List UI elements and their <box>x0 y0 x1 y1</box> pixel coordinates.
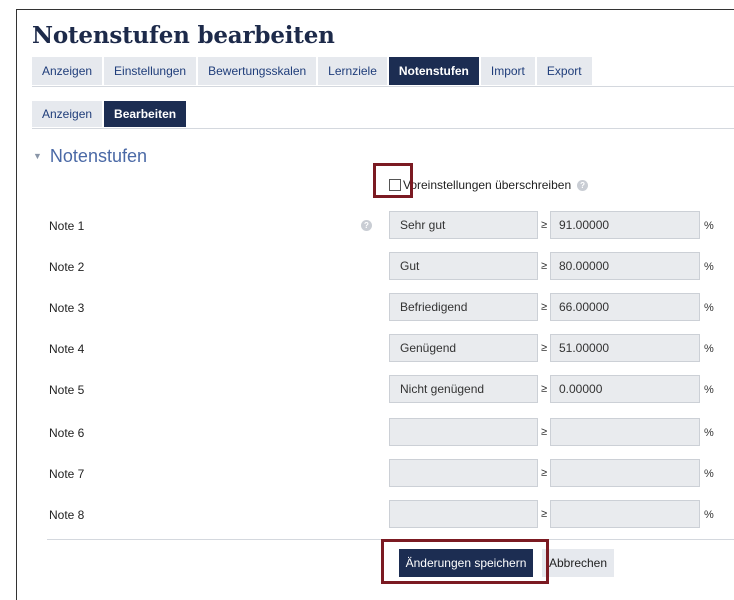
grade-row: Note 8 ≥ % <box>0 500 734 530</box>
caret-down-icon[interactable]: ▼ <box>33 151 42 161</box>
greater-equal-sign: ≥ <box>541 467 548 479</box>
grade-min-input[interactable]: 0.00000 <box>550 375 700 403</box>
percent-sign: % <box>704 302 714 314</box>
section-title: Notenstufen <box>49 146 147 166</box>
grade-row: Note 4 Genügend ≥ 51.00000 % <box>0 334 734 364</box>
help-icon[interactable]: ? <box>577 179 589 191</box>
grade-row: Note 3 Befriedigend ≥ 66.00000 % <box>0 293 734 323</box>
tab-einstellungen[interactable]: Einstellungen <box>104 57 197 85</box>
grade-name-input[interactable] <box>389 418 538 446</box>
grade-name-input[interactable]: Befriedigend <box>389 293 538 321</box>
tab-lernziele[interactable]: Lernziele <box>318 57 387 85</box>
grade-row: Note 2 Gut ≥ 80.00000 % <box>0 252 734 282</box>
tab-anzeigen[interactable]: Anzeigen <box>32 57 103 85</box>
subtab-divider <box>32 128 734 129</box>
grade-row: Note 1 ? Sehr gut ≥ 91.00000 % <box>0 211 734 241</box>
greater-equal-sign: ≥ <box>541 342 548 354</box>
help-icon[interactable]: ? <box>361 220 372 231</box>
subtab-bearbeiten[interactable]: Bearbeiten <box>104 101 187 127</box>
grade-min-input[interactable] <box>550 500 700 528</box>
subtab-anzeigen[interactable]: Anzeigen <box>32 101 103 127</box>
grade-name-input[interactable] <box>389 459 538 487</box>
grade-label: Note 4 <box>49 342 85 356</box>
cancel-button[interactable]: Abbrechen <box>542 549 614 577</box>
tab-export[interactable]: Export <box>536 57 592 85</box>
main-tabs: Anzeigen Einstellungen Bewertungsskalen … <box>32 57 594 85</box>
grade-name-input[interactable] <box>389 500 538 528</box>
tab-bewertungsskalen[interactable]: Bewertungsskalen <box>198 57 317 85</box>
page-title: Notenstufen bearbeiten <box>32 22 335 49</box>
grade-label: Note 8 <box>49 508 85 522</box>
highlight-box-checkbox <box>373 163 413 198</box>
grade-name-input[interactable]: Genügend <box>389 334 538 362</box>
percent-sign: % <box>704 220 714 232</box>
sub-tabs: Anzeigen Bearbeiten <box>32 101 188 127</box>
grade-label: Note 1 <box>49 219 85 233</box>
greater-equal-sign: ≥ <box>541 383 548 395</box>
grade-label: Note 2 <box>49 260 85 274</box>
tab-import[interactable]: Import <box>480 57 535 85</box>
grade-row: Note 6 ≥ % <box>0 418 734 448</box>
tab-notenstufen[interactable]: Notenstufen <box>388 57 479 85</box>
grade-min-input[interactable]: 51.00000 <box>550 334 700 362</box>
grade-min-input[interactable] <box>550 418 700 446</box>
grade-min-input[interactable]: 80.00000 <box>550 252 700 280</box>
percent-sign: % <box>704 468 714 480</box>
percent-sign: % <box>704 261 714 273</box>
percent-sign: % <box>704 427 714 439</box>
greater-equal-sign: ≥ <box>541 260 548 272</box>
tab-divider <box>32 86 734 87</box>
grade-label: Note 3 <box>49 301 85 315</box>
greater-equal-sign: ≥ <box>541 301 548 313</box>
override-option: Voreinstellungen überschreiben ? <box>389 177 589 193</box>
grade-label: Note 5 <box>49 383 85 397</box>
grade-name-input[interactable]: Nicht genügend <box>389 375 538 403</box>
section-header[interactable]: ▼ Notenstufen <box>33 146 147 167</box>
highlight-box-save <box>381 539 549 584</box>
grade-name-input[interactable]: Gut <box>389 252 538 280</box>
greater-equal-sign: ≥ <box>541 508 548 520</box>
percent-sign: % <box>704 509 714 521</box>
grade-label: Note 6 <box>49 426 85 440</box>
percent-sign: % <box>704 384 714 396</box>
override-label[interactable]: Voreinstellungen überschreiben <box>403 178 571 192</box>
grade-name-input[interactable]: Sehr gut <box>389 211 538 239</box>
grade-min-input[interactable]: 66.00000 <box>550 293 700 321</box>
percent-sign: % <box>704 343 714 355</box>
greater-equal-sign: ≥ <box>541 426 548 438</box>
grade-label: Note 7 <box>49 467 85 481</box>
grade-row: Note 5 Nicht genügend ≥ 0.00000 % <box>0 375 734 405</box>
grade-min-input[interactable]: 91.00000 <box>550 211 700 239</box>
greater-equal-sign: ≥ <box>541 219 548 231</box>
grade-row: Note 7 ≥ % <box>0 459 734 489</box>
grade-min-input[interactable] <box>550 459 700 487</box>
